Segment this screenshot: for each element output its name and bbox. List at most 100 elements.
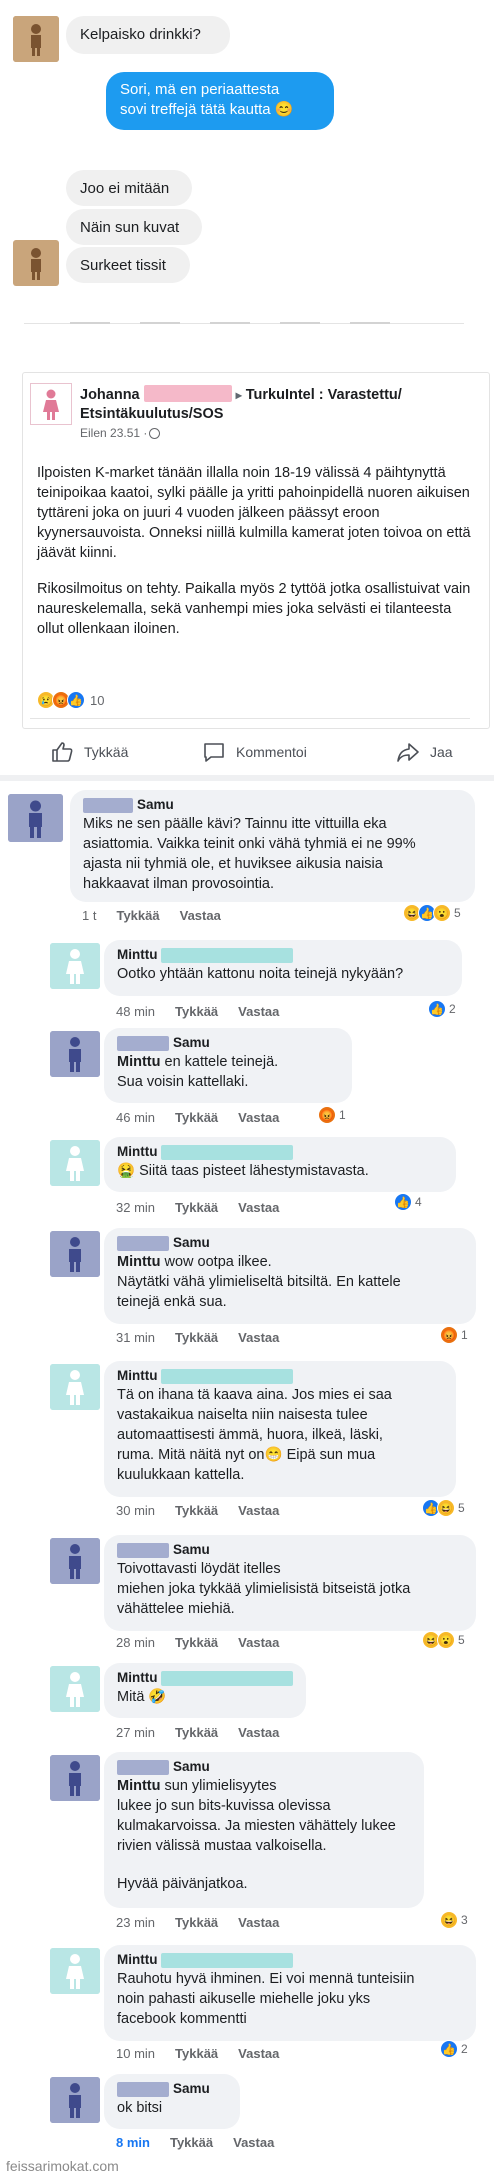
- post-author-name[interactable]: Johanna: [80, 387, 140, 403]
- comment-reply-link[interactable]: Vastaa: [238, 1200, 279, 1215]
- comment-like-link[interactable]: Tykkää: [175, 1110, 218, 1125]
- comment-reply-link[interactable]: Vastaa: [233, 2135, 274, 2150]
- comment-time[interactable]: 27 min: [116, 1725, 155, 1740]
- comment-mention[interactable]: Minttu: [117, 1254, 160, 1270]
- comment-like-link[interactable]: Tykkää: [175, 1915, 218, 1930]
- comment-time[interactable]: 30 min: [116, 1503, 155, 1518]
- comment-time[interactable]: 46 min: [116, 1110, 155, 1125]
- post-author-avatar[interactable]: [30, 383, 72, 425]
- divider-dash: [210, 322, 250, 324]
- comment-reply-link[interactable]: Vastaa: [238, 2046, 279, 2061]
- comment-time[interactable]: 8 min: [116, 2135, 150, 2150]
- comment-author[interactable]: Minttu: [117, 1669, 293, 1687]
- divider-dash: [70, 322, 110, 324]
- comment-like-link[interactable]: Tykkää: [175, 1004, 218, 1019]
- comment-reply-link[interactable]: Vastaa: [180, 908, 221, 923]
- comment-reply-link[interactable]: Vastaa: [238, 1110, 279, 1125]
- comment-like-link[interactable]: Tykkää: [175, 1503, 218, 1518]
- comment-author[interactable]: Minttu: [117, 1951, 463, 1969]
- comment-like-link[interactable]: Tykkää: [175, 1725, 218, 1740]
- comment-author[interactable]: Minttu: [117, 1143, 443, 1161]
- like-label: Tykkää: [84, 744, 129, 760]
- comment-reactions[interactable]: 👍 😆 5: [422, 1499, 465, 1517]
- comment-author[interactable]: Minttu: [117, 946, 449, 964]
- comment-reactions[interactable]: 👍 4: [394, 1193, 422, 1211]
- comment-bubble: Minttu Tä on ihana tä kaava aina. Jos mi…: [104, 1361, 456, 1497]
- commenter-avatar-samu[interactable]: [50, 1755, 100, 1801]
- comment-bubble: Minttu 🤮 Siitä taas pisteet lähestymista…: [104, 1137, 456, 1192]
- commenter-avatar-minttu[interactable]: [50, 1948, 100, 1994]
- comment-author[interactable]: Samu: [117, 2080, 227, 2098]
- commenter-avatar-samu[interactable]: [50, 2077, 100, 2123]
- comment-time[interactable]: 28 min: [116, 1635, 155, 1650]
- comment-line: facebook kommentti: [117, 2011, 247, 2027]
- comment-reactions[interactable]: 😡 1: [318, 1106, 346, 1124]
- chat-message: Surkeet tissit: [66, 247, 190, 283]
- post-timestamp: Eilen 23.51 ·: [80, 426, 148, 440]
- share-button[interactable]: Jaa: [396, 740, 453, 764]
- comment-time[interactable]: 32 min: [116, 1200, 155, 1215]
- comment-reply-link[interactable]: Vastaa: [238, 1004, 279, 1019]
- post-card: Johanna ▸ TurkuIntel : Varastettu/ Etsin…: [22, 372, 490, 729]
- comment-line: noin pahasti aikuselle miehelle joku yks: [117, 1991, 371, 2007]
- post-reactions[interactable]: 😢 😡 👍 10: [37, 691, 104, 709]
- comment-author[interactable]: Samu: [117, 1034, 339, 1052]
- comment-reply-link[interactable]: Vastaa: [238, 1330, 279, 1345]
- comment-line: vastakaikua naiselta niin naisesta tulee: [117, 1407, 368, 1423]
- comment-time[interactable]: 31 min: [116, 1330, 155, 1345]
- comment-meta: 48 min Tykkää Vastaa: [116, 1004, 279, 1019]
- commenter-avatar-minttu[interactable]: [50, 943, 100, 989]
- comment-line: Minttu en kattele teinejä.: [117, 1054, 279, 1070]
- comment-mention[interactable]: Minttu: [117, 1054, 160, 1070]
- redacted-name: [117, 1235, 169, 1251]
- comment-reactions[interactable]: 😆 😮 5: [422, 1631, 465, 1649]
- comment-reply-link[interactable]: Vastaa: [238, 1915, 279, 1930]
- comment-reactions[interactable]: 😆 3: [440, 1911, 468, 1929]
- comment-reactions[interactable]: 😆 👍 😮 5: [403, 904, 461, 922]
- comment-time[interactable]: 23 min: [116, 1915, 155, 1930]
- comment-line: Minttu sun ylimielisyytes: [117, 1778, 277, 1794]
- post-body: Ilpoisten K-market tänään illalla noin 1…: [37, 463, 477, 639]
- commenter-avatar-samu[interactable]: [50, 1538, 100, 1584]
- commenter-avatar-minttu[interactable]: [50, 1666, 100, 1712]
- comment-like-link[interactable]: Tykkää: [175, 1330, 218, 1345]
- comment-like-link[interactable]: Tykkää: [175, 1635, 218, 1650]
- commenter-avatar-samu[interactable]: [8, 794, 63, 842]
- comment-like-link[interactable]: Tykkää: [116, 908, 159, 923]
- haha-reaction-icon: 😆: [440, 1911, 458, 1929]
- comment-time[interactable]: 48 min: [116, 1004, 155, 1019]
- commenter-avatar-minttu[interactable]: [50, 1364, 100, 1410]
- comment-author[interactable]: Samu: [83, 796, 462, 814]
- commenter-avatar-samu[interactable]: [50, 1031, 100, 1077]
- comment-reactions[interactable]: 👍 2: [440, 2040, 468, 2058]
- comment-mention[interactable]: Minttu: [117, 1778, 160, 1794]
- comment-reply-link[interactable]: Vastaa: [238, 1635, 279, 1650]
- post-group-name-cont[interactable]: Etsintäkuulutus/SOS: [80, 406, 223, 422]
- comment-like-link[interactable]: Tykkää: [175, 2046, 218, 2061]
- thumbs-up-icon: [52, 742, 73, 762]
- commenter-avatar-minttu[interactable]: [50, 1140, 100, 1186]
- comment-button[interactable]: Kommentoi: [202, 740, 307, 764]
- comment-author[interactable]: Samu: [117, 1758, 411, 1776]
- post-paragraph: Rikosilmoitus on tehty. Paikalla myös 2 …: [37, 581, 471, 637]
- comment-like-link[interactable]: Tykkää: [175, 1200, 218, 1215]
- comment-meta: 10 min Tykkää Vastaa: [116, 2046, 279, 2061]
- like-button[interactable]: Tykkää: [50, 740, 128, 764]
- comment-author[interactable]: Samu: [117, 1234, 463, 1252]
- comment-author[interactable]: Minttu: [117, 1367, 443, 1385]
- comment-time[interactable]: 10 min: [116, 2046, 155, 2061]
- comment-line: Mitä 🤣: [117, 1689, 167, 1705]
- post-time[interactable]: Eilen 23.51 ·: [80, 426, 161, 440]
- redacted-name: [117, 2081, 169, 2097]
- post-group-name[interactable]: TurkuIntel : Varastettu/: [246, 387, 402, 403]
- commenter-avatar-samu[interactable]: [50, 1231, 100, 1277]
- comment-reply-link[interactable]: Vastaa: [238, 1503, 279, 1518]
- comment-like-link[interactable]: Tykkää: [170, 2135, 213, 2150]
- comment-reactions[interactable]: 😡 1: [440, 1326, 468, 1344]
- comment-reactions[interactable]: 👍 2: [428, 1000, 456, 1018]
- comment-reply-link[interactable]: Vastaa: [238, 1725, 279, 1740]
- angry-reaction-icon: 😡: [318, 1106, 336, 1124]
- comment-author[interactable]: Samu: [117, 1541, 463, 1559]
- comment-time[interactable]: 1 t: [82, 908, 96, 923]
- comment-line: ruma. Mitä näitä nyt on😁 Eipä sun mua: [117, 1447, 376, 1463]
